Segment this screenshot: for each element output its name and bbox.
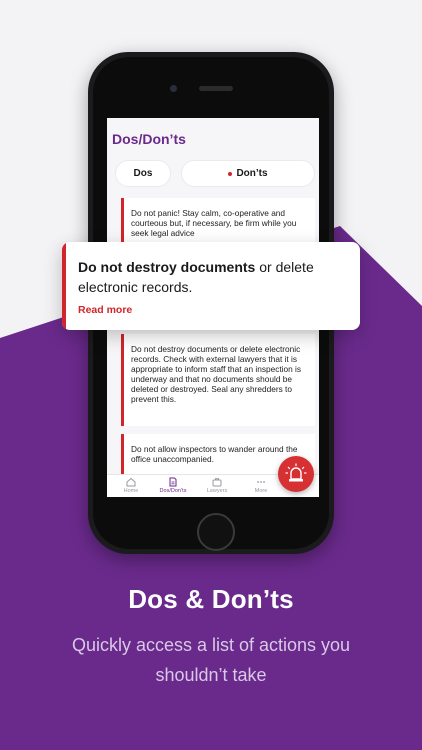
tab-label: Lawyers (206, 488, 228, 494)
briefcase-icon (212, 478, 222, 487)
selected-dot-icon (228, 171, 233, 176)
phone-home-button (197, 513, 235, 551)
tab-dos-donts[interactable]: Dos/Don’ts (151, 477, 195, 494)
card-text: Do not destroy documents or delete elect… (131, 344, 302, 404)
segment-donts[interactable]: Don’ts (181, 160, 315, 187)
card-text: Do not panic! Stay calm, co-operative an… (131, 208, 297, 238)
tab-label: More (254, 488, 268, 494)
page-title: Dos/Don’ts (112, 131, 186, 147)
emergency-alarm-button[interactable] (278, 456, 314, 492)
tab-home[interactable]: Home (109, 477, 153, 494)
highlight-text: Do not destroy documents or delete elect… (78, 257, 352, 297)
promo-headline: Dos & Don’ts (128, 584, 294, 614)
read-more-link[interactable]: Read more (78, 304, 132, 316)
card-accent-bar (62, 242, 66, 330)
more-icon (257, 481, 265, 483)
list-item[interactable]: Do not destroy documents or delete elect… (121, 334, 315, 426)
highlight-bold: Do not destroy documents (78, 259, 256, 275)
segment-donts-label: Don’ts (236, 168, 268, 179)
highlight-card[interactable]: Do not destroy documents or delete elect… (62, 242, 360, 330)
document-icon (169, 477, 177, 487)
promo-subline: Quickly access a list of actions you sho… (71, 635, 351, 685)
segment-dos-label: Dos (133, 168, 153, 179)
tab-label: Dos/Don’ts (159, 488, 187, 494)
home-icon (126, 477, 136, 487)
tab-label: Home (123, 488, 139, 494)
camera-icon (170, 85, 177, 92)
tab-more[interactable]: More (239, 477, 283, 494)
card-text: Do not allow inspectors to wander around… (131, 444, 298, 464)
speaker-grille (199, 86, 233, 91)
segment-dos[interactable]: Dos (115, 160, 171, 187)
tab-lawyers[interactable]: Lawyers (195, 477, 239, 494)
siren-icon (285, 463, 307, 482)
